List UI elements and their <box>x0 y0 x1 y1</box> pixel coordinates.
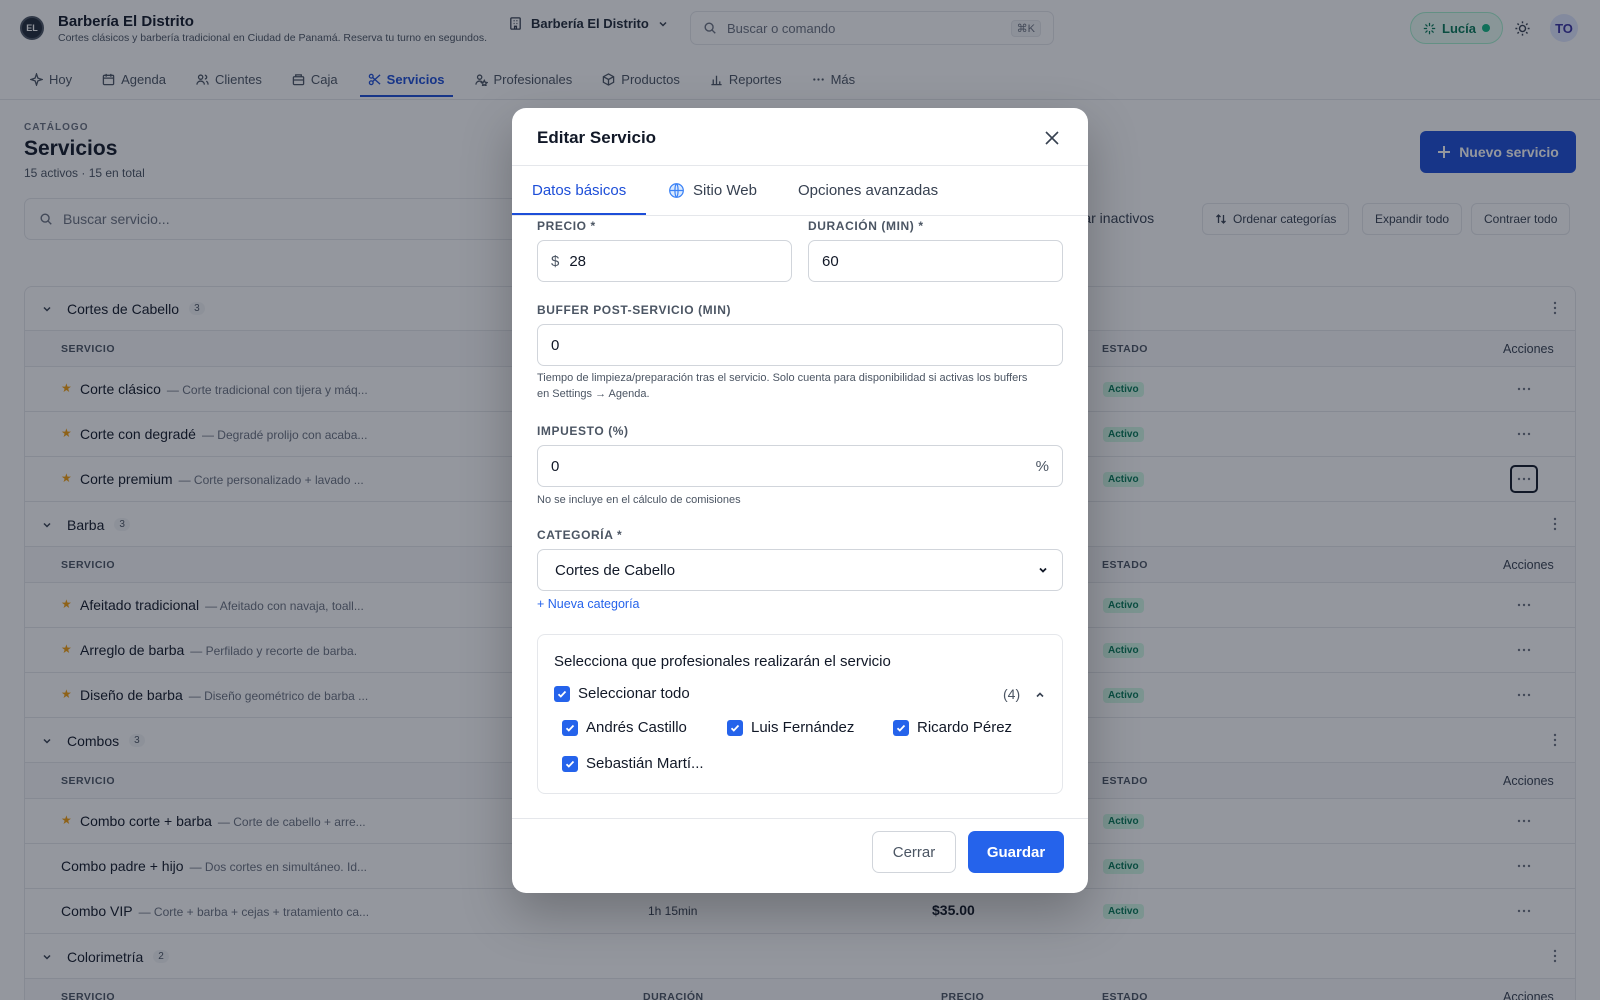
professional-checkbox[interactable]: Ricardo Pérez <box>893 719 1012 736</box>
tax-input[interactable]: 0 % <box>537 445 1063 487</box>
professional-name: Ricardo Pérez <box>917 719 1013 736</box>
professional-checkbox[interactable]: Luis Fernández <box>727 719 854 736</box>
duration-value: 60 <box>822 252 839 270</box>
close-icon[interactable] <box>1042 128 1062 148</box>
tax-value: 0 <box>551 457 560 475</box>
category-value: Cortes de Cabello <box>555 561 676 579</box>
globe-icon <box>669 182 684 198</box>
edit-service-dialog: Editar Servicio Datos básicos Sitio Web … <box>512 108 1088 893</box>
currency-prefix: $ <box>551 252 560 270</box>
professional-name: Andrés Castillo <box>586 719 687 736</box>
checkbox-checked-icon <box>554 685 570 702</box>
tax-label: IMPUESTO (%) <box>537 424 629 438</box>
professionals-title: Selecciona que profesionales realizarán … <box>554 653 891 670</box>
professional-name: Luis Fernández <box>751 719 855 736</box>
price-input[interactable]: $ 28 <box>537 240 792 282</box>
checkbox-checked-icon <box>562 719 578 736</box>
buffer-label: BUFFER POST-SERVICIO (MIN) <box>537 303 732 317</box>
category-select[interactable]: Cortes de Cabello <box>537 549 1063 591</box>
professional-checkbox[interactable]: Sebastián Martí... <box>562 755 704 772</box>
selected-count: (4) <box>1003 686 1021 702</box>
checkbox-checked-icon <box>562 755 578 772</box>
cancel-button[interactable]: Cerrar <box>872 831 956 873</box>
dialog-title: Editar Servicio <box>537 128 657 147</box>
select-all-label: Seleccionar todo <box>578 685 690 702</box>
professionals-panel: Selecciona que profesionales realizarán … <box>537 634 1063 794</box>
price-label: PRECIO * <box>537 219 596 233</box>
tab-sitio-web[interactable]: Sitio Web <box>648 165 777 215</box>
professional-checkbox[interactable]: Andrés Castillo <box>562 719 687 736</box>
duration-input[interactable]: 60 <box>808 240 1063 282</box>
new-category-link[interactable]: + Nueva categoría <box>537 597 640 611</box>
percent-suffix: % <box>1035 457 1049 475</box>
buffer-input[interactable]: 0 <box>537 324 1063 366</box>
professional-name: Sebastián Martí... <box>586 755 704 772</box>
price-value: 28 <box>569 252 587 270</box>
chevron-down-icon <box>1039 567 1047 573</box>
category-label: CATEGORÍA * <box>537 528 623 542</box>
tab-label: Opciones avanzadas <box>798 181 939 199</box>
save-button[interactable]: Guardar <box>968 831 1064 873</box>
tab-opciones-avanzadas[interactable]: Opciones avanzadas <box>778 165 958 215</box>
tab-label: Sitio Web <box>693 181 757 199</box>
buffer-value: 0 <box>551 336 560 354</box>
checkbox-checked-icon <box>893 719 909 736</box>
tax-hint: No se incluye en el cálculo de comisione… <box>537 494 741 506</box>
chevron-up-icon[interactable] <box>1034 688 1046 706</box>
duration-label: DURACIÓN (MIN) * <box>808 219 924 233</box>
tab-label: Datos básicos <box>532 181 627 199</box>
tab-datos-basicos[interactable]: Datos básicos <box>512 165 647 215</box>
tabs-divider <box>512 215 1088 216</box>
buffer-hint: Tiempo de limpieza/preparación tras el s… <box>537 372 1028 400</box>
checkbox-checked-icon <box>727 719 743 736</box>
select-all-checkbox[interactable]: Seleccionar todo <box>554 685 690 702</box>
